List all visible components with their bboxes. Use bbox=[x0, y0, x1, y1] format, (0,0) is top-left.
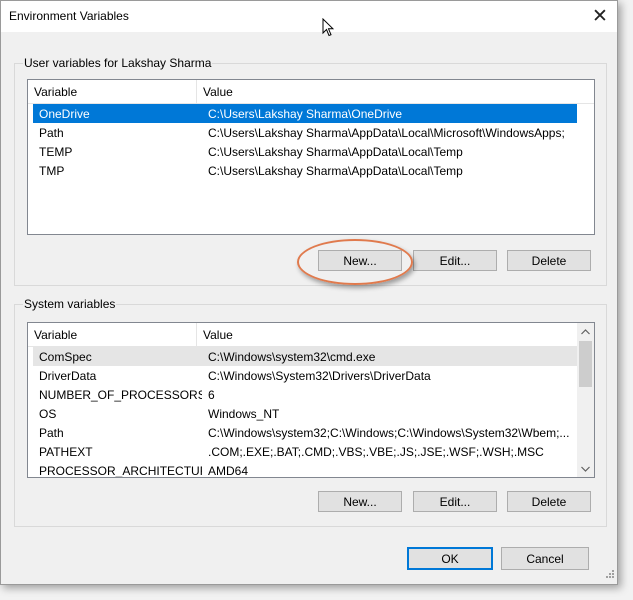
variable-name: PROCESSOR_ARCHITECTURE bbox=[39, 463, 202, 478]
environment-variables-dialog: Environment Variables ✕ User variables f… bbox=[0, 0, 618, 585]
variable-value: C:\Users\Lakshay Sharma\OneDrive bbox=[208, 106, 403, 121]
variable-name: TEMP bbox=[39, 144, 73, 159]
user-edit-button[interactable]: Edit... bbox=[413, 250, 497, 271]
variable-value: AMD64 bbox=[208, 463, 249, 478]
system-variables-label: System variables bbox=[23, 297, 117, 311]
table-row[interactable]: NUMBER_OF_PROCESSORS 6 bbox=[33, 385, 577, 404]
close-button[interactable]: ✕ bbox=[583, 1, 617, 32]
variable-value: Windows_NT bbox=[208, 406, 280, 421]
mouse-cursor-icon bbox=[322, 17, 335, 40]
column-header-value[interactable]: Value bbox=[197, 323, 233, 346]
variable-name: Path bbox=[39, 125, 64, 140]
table-row[interactable]: DriverData C:\Windows\System32\Drivers\D… bbox=[33, 366, 577, 385]
variable-value: C:\Users\Lakshay Sharma\AppData\Local\Te… bbox=[208, 144, 463, 159]
variable-name: DriverData bbox=[39, 368, 97, 383]
variable-value: C:\Users\Lakshay Sharma\AppData\Local\Mi… bbox=[208, 125, 565, 140]
list-header: Variable Value bbox=[28, 323, 594, 347]
table-row[interactable]: Path C:\Windows\system32;C:\Windows;C:\W… bbox=[33, 423, 577, 442]
annotation-ellipse bbox=[297, 239, 413, 285]
close-icon: ✕ bbox=[592, 6, 608, 27]
variable-name: ComSpec bbox=[39, 349, 92, 364]
variable-value: C:\Windows\system32\cmd.exe bbox=[208, 349, 376, 364]
table-row[interactable]: OneDrive C:\Users\Lakshay Sharma\OneDriv… bbox=[33, 104, 577, 123]
vertical-scrollbar[interactable] bbox=[577, 323, 594, 477]
table-row[interactable]: PROCESSOR_ARCHITECTURE AMD64 bbox=[33, 461, 577, 478]
system-variables-list[interactable]: Variable Value ComSpec C:\Windows\system… bbox=[27, 322, 595, 478]
user-variables-label: User variables for Lakshay Sharma bbox=[23, 56, 213, 70]
variable-name: PATHEXT bbox=[39, 444, 93, 459]
system-new-button[interactable]: New... bbox=[318, 491, 402, 512]
variable-name: OneDrive bbox=[39, 106, 90, 121]
table-row[interactable]: TMP C:\Users\Lakshay Sharma\AppData\Loca… bbox=[33, 161, 577, 180]
variable-value: 6 bbox=[208, 387, 215, 402]
window-title: Environment Variables bbox=[9, 9, 129, 23]
system-delete-button[interactable]: Delete bbox=[507, 491, 591, 512]
table-row[interactable]: TEMP C:\Users\Lakshay Sharma\AppData\Loc… bbox=[33, 142, 577, 161]
ok-button[interactable]: OK bbox=[407, 547, 493, 570]
variable-value: C:\Windows\System32\Drivers\DriverData bbox=[208, 368, 431, 383]
variable-value: C:\Users\Lakshay Sharma\AppData\Local\Te… bbox=[208, 163, 463, 178]
variable-value: C:\Windows\system32;C:\Windows;C:\Window… bbox=[208, 425, 570, 440]
table-row[interactable]: PATHEXT .COM;.EXE;.BAT;.CMD;.VBS;.VBE;.J… bbox=[33, 442, 577, 461]
title-bar[interactable]: Environment Variables ✕ bbox=[1, 1, 617, 32]
list-header: Variable Value bbox=[28, 80, 594, 104]
column-header-variable[interactable]: Variable bbox=[28, 323, 197, 346]
table-row[interactable]: Path C:\Users\Lakshay Sharma\AppData\Loc… bbox=[33, 123, 577, 142]
variable-name: TMP bbox=[39, 163, 65, 178]
variable-name: Path bbox=[39, 425, 64, 440]
column-header-value[interactable]: Value bbox=[197, 80, 233, 103]
resize-grip-icon[interactable] bbox=[605, 568, 615, 582]
table-row[interactable]: ComSpec C:\Windows\system32\cmd.exe bbox=[33, 347, 577, 366]
user-delete-button[interactable]: Delete bbox=[507, 250, 591, 271]
cancel-button[interactable]: Cancel bbox=[501, 547, 589, 570]
table-row[interactable]: OS Windows_NT bbox=[33, 404, 577, 423]
scroll-up-arrow-icon[interactable] bbox=[577, 323, 594, 340]
column-header-variable[interactable]: Variable bbox=[28, 80, 197, 103]
variable-value: .COM;.EXE;.BAT;.CMD;.VBS;.VBE;.JS;.JSE;.… bbox=[208, 444, 544, 459]
system-edit-button[interactable]: Edit... bbox=[413, 491, 497, 512]
scrollbar-thumb[interactable] bbox=[579, 341, 592, 387]
variable-name: NUMBER_OF_PROCESSORS bbox=[39, 387, 202, 402]
user-variables-list[interactable]: Variable Value OneDrive C:\Users\Lakshay… bbox=[27, 79, 595, 235]
variable-name: OS bbox=[39, 406, 57, 421]
scroll-down-arrow-icon[interactable] bbox=[577, 460, 594, 477]
